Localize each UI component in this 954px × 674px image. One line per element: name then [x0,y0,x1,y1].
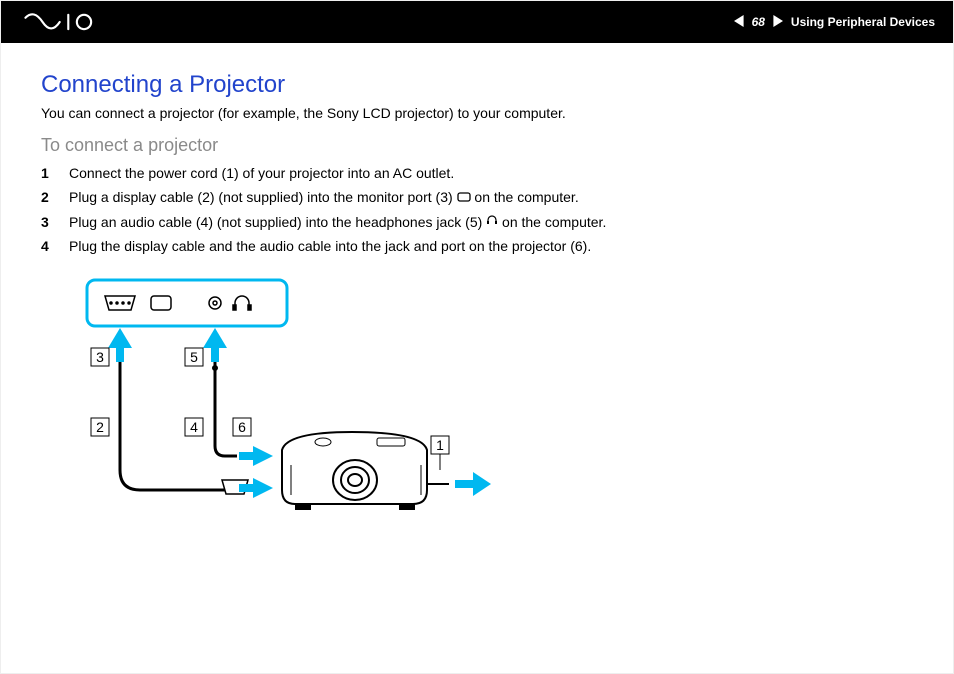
header-bar: VAIO 68 Using Peripheral Devices [1,1,953,43]
step-number: 3 [41,213,55,233]
step-text: Plug a display cable (2) (not supplied) … [69,188,579,208]
step-list: 1 Connect the power cord (1) of your pro… [41,164,913,256]
step-number: 1 [41,164,55,183]
page: VAIO 68 Using Peripheral Devices Connect… [0,0,954,674]
connection-diagram: 3 5 2 4 6 1 [77,270,913,535]
step-item: 2 Plug a display cable (2) (not supplied… [41,188,913,208]
section-intro: You can connect a projector (for example… [41,105,913,121]
step-text: Connect the power cord (1) of your proje… [69,164,454,183]
step-number: 4 [41,237,55,256]
section-label: Using Peripheral Devices [791,15,935,29]
step-text: Plug an audio cable (4) (not supplied) i… [69,213,606,233]
step-item: 4 Plug the display cable and the audio c… [41,237,913,256]
svg-text:4: 4 [190,419,198,435]
projector-illustration [282,432,427,510]
vaio-logo: VAIO [19,12,129,32]
step-text: Plug the display cable and the audio cab… [69,237,591,256]
svg-text:3: 3 [96,349,104,365]
monitor-port-icon [457,188,471,207]
svg-text:1: 1 [436,437,444,453]
content: Connecting a Projector You can connect a… [1,43,953,535]
svg-text:5: 5 [190,349,198,365]
next-page-button[interactable] [771,15,783,30]
step-number: 2 [41,188,55,208]
svg-text:6: 6 [238,419,246,435]
step-item: 3 Plug an audio cable (4) (not supplied)… [41,213,913,233]
page-number: 68 [752,15,765,29]
section-title: Connecting a Projector [41,71,913,99]
step-item: 1 Connect the power cord (1) of your pro… [41,164,913,183]
svg-text:2: 2 [96,419,104,435]
section-subtitle: To connect a projector [41,135,913,156]
headphones-icon [486,212,498,231]
page-navigator: 68 [734,15,783,30]
prev-page-button[interactable] [734,15,746,30]
